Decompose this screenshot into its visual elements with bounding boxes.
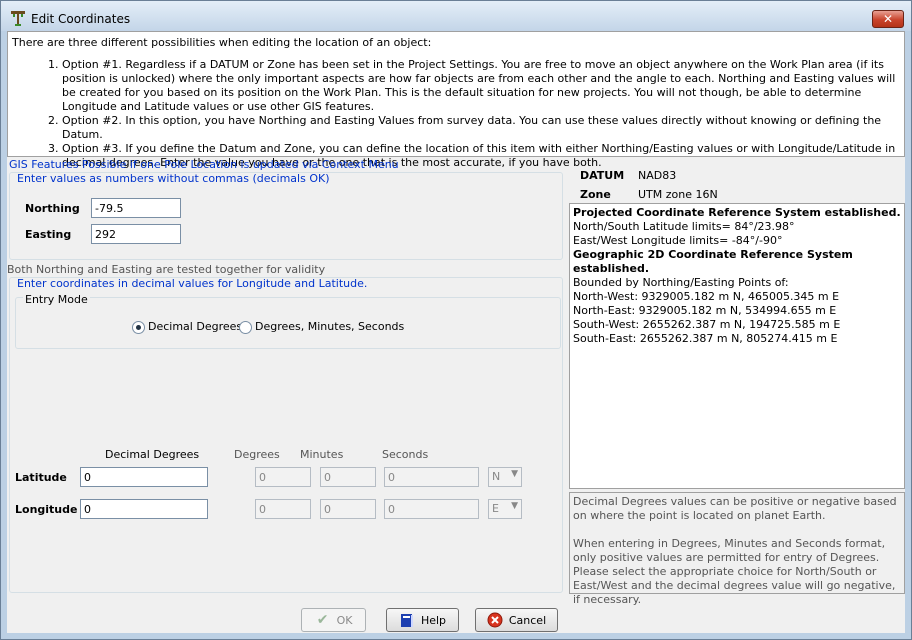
longitude-seconds-input[interactable] (384, 499, 479, 519)
dms-radio-label[interactable]: Degrees, Minutes, Seconds (255, 320, 404, 333)
degrees-header: Degrees (234, 448, 280, 461)
cancel-button-label: Cancel (508, 613, 547, 627)
help-button-label: Help (420, 613, 447, 627)
ns-limits: North/South Latitude limits= 84°/23.98° (573, 220, 795, 233)
help-button[interactable]: Help (386, 608, 459, 632)
longitude-degrees-input[interactable] (255, 499, 311, 519)
latitude-label: Latitude (15, 471, 67, 484)
latitude-minutes-input[interactable] (320, 467, 376, 487)
help-note-para2: When entering in Degrees, Minutes and Se… (573, 537, 896, 606)
datum-value: NAD83 (638, 169, 677, 182)
edit-coordinates-window: Edit Coordinates ✕ There are three diffe… (0, 0, 912, 640)
gis-note: GIS Features Possible if one Pole Locati… (9, 158, 399, 171)
seconds-header: Seconds (382, 448, 429, 461)
northing-input[interactable] (91, 198, 181, 218)
minutes-header: Minutes (300, 448, 344, 461)
ok-button[interactable]: ✔ OK (301, 608, 366, 632)
validity-note: Both Northing and Easting are tested tog… (7, 263, 326, 276)
intro-panel: There are three different possibilities … (7, 31, 905, 169)
longitude-label: Longitude (15, 503, 78, 516)
ll-caption: Enter coordinates in decimal values for … (17, 277, 368, 290)
option-item: Option #1. Regardless if a DATUM or Zone… (62, 58, 902, 114)
dialog-client-area: There are three different possibilities … (7, 31, 905, 633)
ew-limits: East/West Longitude limits= -84°/-90° (573, 234, 783, 247)
chevron-down-icon: ▼ (511, 469, 518, 479)
northing-label: Northing (25, 202, 80, 215)
zone-value: UTM zone 16N (638, 188, 718, 201)
datum-label: DATUM (580, 169, 625, 182)
title-bar[interactable]: Edit Coordinates ✕ (1, 1, 911, 31)
south-east-point: South-East: 2655262.387 m N, 805274.415 … (573, 332, 838, 345)
help-book-icon (400, 614, 413, 627)
latitude-decimal-input[interactable] (80, 467, 208, 487)
projected-crs-header: Projected Coordinate Reference System es… (573, 206, 901, 219)
cancel-icon (487, 612, 503, 628)
decimal-degrees-radio[interactable] (132, 321, 145, 334)
geographic-crs-header: Geographic 2D Coordinate Reference Syste… (573, 248, 853, 275)
longitude-direction-select[interactable]: E ▼ (488, 499, 522, 519)
window-title: Edit Coordinates (31, 12, 131, 26)
ne-caption: Enter values as numbers without commas (… (17, 172, 330, 185)
ok-button-label: OK (336, 613, 353, 627)
easting-label: Easting (25, 228, 72, 241)
longitude-minutes-input[interactable] (320, 499, 376, 519)
help-note-box: Decimal Degrees values can be positive o… (569, 492, 905, 606)
chevron-down-icon: ▼ (511, 501, 518, 511)
decimal-degrees-radio-label[interactable]: Decimal Degrees (148, 320, 242, 333)
options-list: Option #1. Regardless if a DATUM or Zone… (12, 58, 902, 170)
north-east-point: North-East: 9329005.182 m N, 534994.655 … (573, 304, 837, 317)
cancel-button[interactable]: Cancel (475, 608, 558, 632)
close-icon: ✕ (882, 12, 894, 26)
south-west-point: South-West: 2655262.387 m N, 194725.585 … (573, 318, 841, 331)
close-button[interactable]: ✕ (872, 10, 904, 28)
crs-info-box: Projected Coordinate Reference System es… (569, 203, 905, 489)
intro-lead: There are three different possibilities … (12, 36, 432, 49)
decimal-degrees-header: Decimal Degrees (105, 448, 200, 461)
longitude-decimal-input[interactable] (80, 499, 208, 519)
longitude-direction-value: E (492, 502, 499, 515)
easting-input[interactable] (91, 224, 181, 244)
latitude-direction-select[interactable]: N ▼ (488, 467, 522, 487)
bounded-by: Bounded by Northing/Easting Points of: (573, 276, 789, 289)
zone-label: Zone (580, 188, 611, 201)
dms-radio[interactable] (239, 321, 252, 334)
latitude-degrees-input[interactable] (255, 467, 311, 487)
help-note-para1: Decimal Degrees values can be positive o… (573, 495, 897, 522)
latitude-seconds-input[interactable] (384, 467, 479, 487)
north-west-point: North-West: 9329005.182 m N, 465005.345 … (573, 290, 840, 303)
checkmark-icon: ✔ (316, 612, 329, 628)
entry-mode-label: Entry Mode (23, 293, 90, 306)
option-item: Option #2. In this option, you have Nort… (62, 114, 902, 142)
latitude-direction-value: N (492, 470, 501, 483)
survey-pole-icon (11, 11, 25, 26)
